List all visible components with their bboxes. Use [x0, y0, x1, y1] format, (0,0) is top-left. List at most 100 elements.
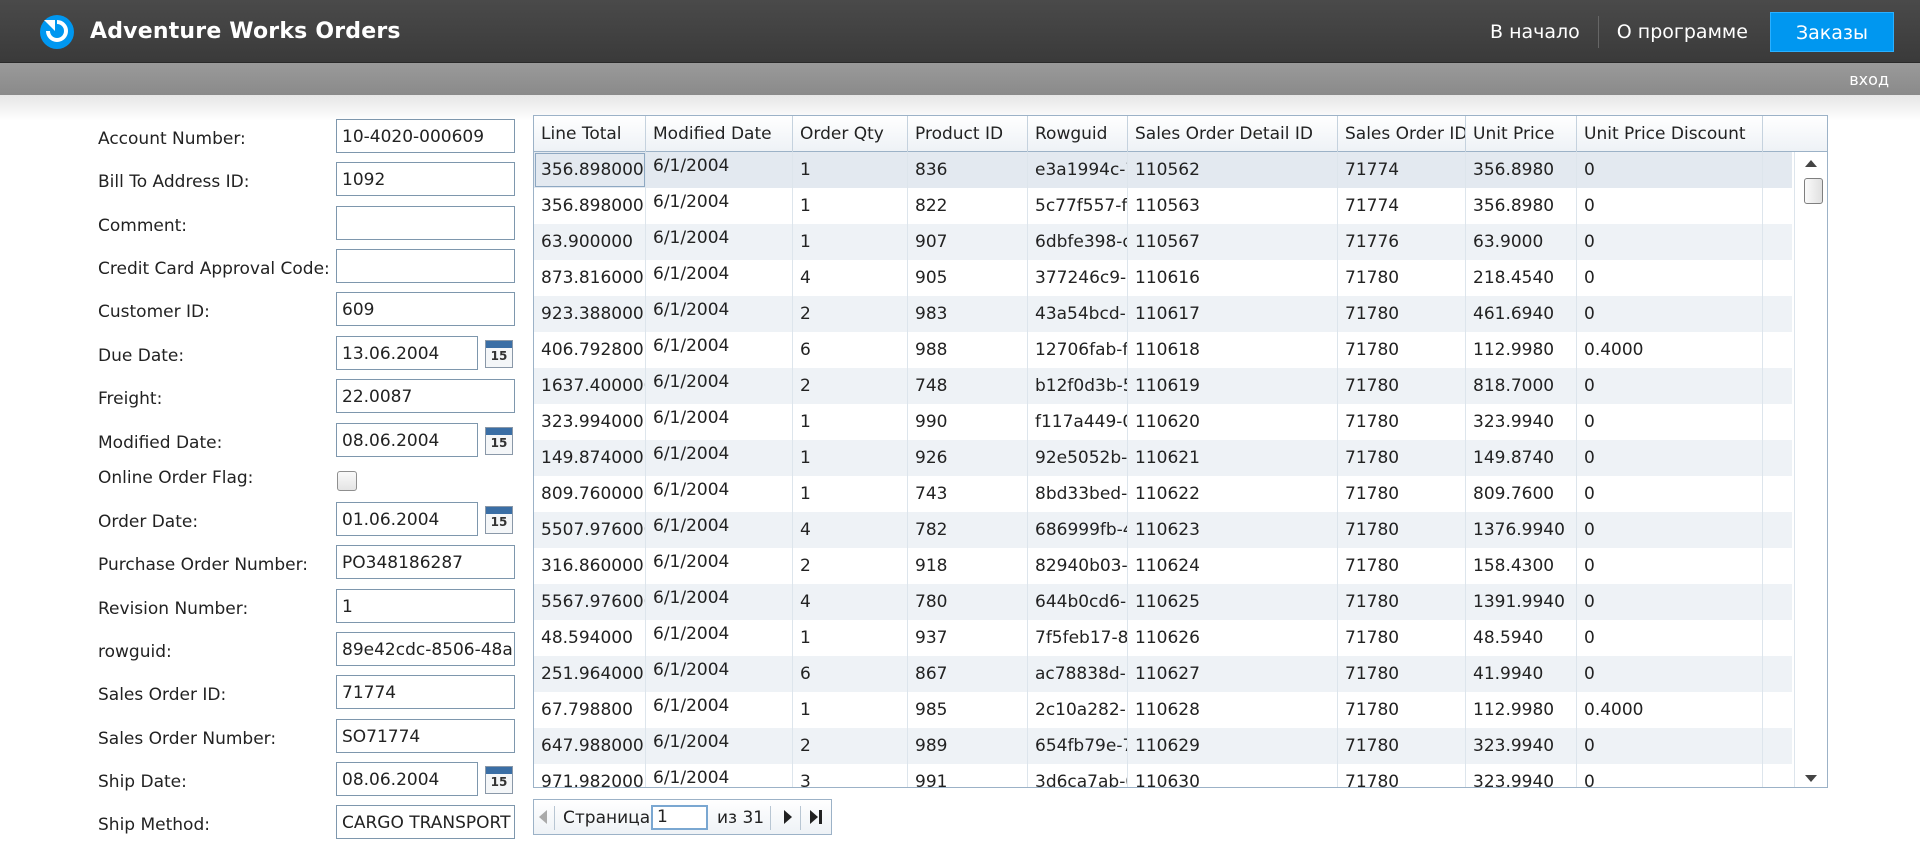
nav-orders-button[interactable]: Заказы — [1769, 12, 1894, 52]
table-cell[interactable]: 71780 — [1338, 656, 1466, 692]
column-header[interactable]: Product ID — [908, 116, 1028, 152]
table-cell[interactable]: 6/1/2004 — [646, 512, 793, 548]
table-cell[interactable]: 1376.9940 — [1466, 512, 1577, 548]
table-cell[interactable]: 0 — [1577, 584, 1763, 620]
table-cell[interactable]: 5507.976000 — [534, 512, 646, 548]
table-cell[interactable]: 6/1/2004 — [646, 188, 793, 224]
table-cell[interactable]: 406.792800 — [534, 332, 646, 368]
table-cell[interactable]: 6/1/2004 — [646, 368, 793, 404]
table-cell[interactable]: 6/1/2004 — [646, 332, 793, 368]
vertical-scrollbar[interactable] — [1794, 152, 1827, 787]
scroll-thumb[interactable] — [1804, 178, 1823, 204]
table-cell[interactable]: 809.7600 — [1466, 476, 1577, 512]
table-cell[interactable]: 6/1/2004 — [646, 440, 793, 476]
calendar-icon[interactable]: 15 — [485, 766, 513, 794]
table-cell[interactable]: 6/1/2004 — [646, 584, 793, 620]
nav-home-link[interactable]: В начало — [1472, 16, 1598, 48]
table-row[interactable]: 67.798800 6/1/2004 1 985 2c10a282- 110628 7178… — [534, 692, 1792, 728]
table-cell[interactable]: 1 — [793, 620, 908, 656]
table-cell[interactable]: 110628 — [1128, 692, 1338, 728]
table-cell[interactable]: 2c10a282- — [1028, 692, 1128, 728]
table-cell[interactable]: 0 — [1577, 476, 1763, 512]
table-cell[interactable]: 0.4000 — [1577, 692, 1763, 728]
table-cell[interactable]: 4 — [793, 584, 908, 620]
form-field-input[interactable]: 71774 — [336, 675, 515, 709]
table-cell[interactable]: 2 — [793, 296, 908, 332]
table-cell[interactable]: 48.594000 — [534, 620, 646, 656]
column-header[interactable]: Unit Price — [1466, 116, 1577, 152]
table-cell[interactable]: 71780 — [1338, 620, 1466, 656]
form-field-input[interactable]: 08.06.2004 — [336, 423, 478, 457]
table-cell[interactable]: 5c77f557-f — [1028, 188, 1128, 224]
table-cell[interactable]: 7f5feb17-8 — [1028, 620, 1128, 656]
table-cell[interactable]: 2 — [793, 728, 908, 764]
table-cell[interactable]: 809.760000 — [534, 476, 646, 512]
form-field-input[interactable] — [336, 249, 515, 283]
table-row[interactable]: 809.760000 6/1/2004 1 743 8bd33bed- 110622 717… — [534, 476, 1792, 512]
table-row[interactable]: 63.900000 6/1/2004 1 907 6dbfe398-d 110567 717… — [534, 224, 1792, 260]
calendar-icon[interactable]: 15 — [485, 427, 513, 455]
table-row[interactable]: 149.874000 6/1/2004 1 926 92e5052b- 110621 717… — [534, 440, 1792, 476]
column-header[interactable]: Modified Date — [646, 116, 793, 152]
table-row[interactable]: 873.816000 6/1/2004 4 905 377246c9- 110616 717… — [534, 260, 1792, 296]
table-cell[interactable]: 71780 — [1338, 512, 1466, 548]
table-cell[interactable]: e3a1994c-7 — [1028, 152, 1128, 188]
table-cell[interactable]: 149.8740 — [1466, 440, 1577, 476]
table-row[interactable]: 356.898000 6/1/2004 1 836 e3a1994c-7 110562 71… — [534, 152, 1792, 188]
table-cell[interactable]: 110562 — [1128, 152, 1338, 188]
form-field-input[interactable]: SO71774 — [336, 719, 515, 753]
table-cell[interactable]: 686999fb-4 — [1028, 512, 1128, 548]
form-field-input[interactable]: 22.0087 — [336, 379, 515, 413]
prev-page-icon[interactable] — [539, 810, 547, 824]
table-cell[interactable]: 112.9980 — [1466, 332, 1577, 368]
table-cell[interactable]: 6/1/2004 — [646, 404, 793, 440]
table-cell[interactable]: 110624 — [1128, 548, 1338, 584]
table-cell[interactable]: 1 — [793, 404, 908, 440]
table-cell[interactable]: 67.798800 — [534, 692, 646, 728]
table-cell[interactable]: 461.6940 — [1466, 296, 1577, 332]
form-field-input[interactable]: 01.06.2004 — [336, 502, 478, 536]
table-cell[interactable]: 1 — [793, 152, 908, 188]
table-cell[interactable]: 0 — [1577, 152, 1763, 188]
form-field-input[interactable] — [336, 206, 515, 240]
table-cell[interactable]: 323.9940 — [1466, 764, 1577, 787]
table-cell[interactable]: 323.9940 — [1466, 404, 1577, 440]
table-cell[interactable]: 0 — [1577, 764, 1763, 787]
table-cell[interactable]: 0 — [1577, 188, 1763, 224]
table-cell[interactable]: 251.964000 — [534, 656, 646, 692]
column-header[interactable]: Rowguid — [1028, 116, 1128, 152]
table-cell[interactable]: 71780 — [1338, 404, 1466, 440]
table-cell[interactable]: 43a54bcd- — [1028, 296, 1128, 332]
login-link[interactable]: вход — [1849, 70, 1889, 89]
table-cell[interactable]: 926 — [908, 440, 1028, 476]
online-order-flag-checkbox[interactable] — [337, 471, 357, 491]
table-cell[interactable]: 110618 — [1128, 332, 1338, 368]
table-cell[interactable]: 71780 — [1338, 692, 1466, 728]
table-cell[interactable]: 48.5940 — [1466, 620, 1577, 656]
table-cell[interactable]: 990 — [908, 404, 1028, 440]
table-cell[interactable]: 6/1/2004 — [646, 260, 793, 296]
table-cell[interactable]: 0 — [1577, 440, 1763, 476]
table-cell[interactable]: 110620 — [1128, 404, 1338, 440]
table-cell[interactable]: 110617 — [1128, 296, 1338, 332]
table-cell[interactable]: 377246c9- — [1028, 260, 1128, 296]
table-cell[interactable]: 110567 — [1128, 224, 1338, 260]
table-row[interactable]: 251.964000 6/1/2004 6 867 ac78838d-l 110627 71… — [534, 656, 1792, 692]
table-cell[interactable]: 1 — [793, 692, 908, 728]
table-cell[interactable]: 323.994000 — [534, 404, 646, 440]
table-cell[interactable]: 654fb79e-7 — [1028, 728, 1128, 764]
next-page-icon[interactable] — [784, 810, 792, 824]
table-cell[interactable]: 867 — [908, 656, 1028, 692]
table-cell[interactable]: 3 — [793, 764, 908, 787]
table-cell[interactable]: 0 — [1577, 260, 1763, 296]
table-cell[interactable]: 5567.976000 — [534, 584, 646, 620]
scroll-up-icon[interactable] — [1805, 160, 1817, 167]
table-cell[interactable]: 1 — [793, 476, 908, 512]
table-cell[interactable]: 923.388000 — [534, 296, 646, 332]
table-cell[interactable]: 0 — [1577, 656, 1763, 692]
table-cell[interactable]: 0.4000 — [1577, 332, 1763, 368]
table-row[interactable]: 406.792800 6/1/2004 6 988 12706fab-f 110618 71… — [534, 332, 1792, 368]
table-cell[interactable]: 71780 — [1338, 332, 1466, 368]
table-cell[interactable]: 0 — [1577, 620, 1763, 656]
table-cell[interactable]: 112.9980 — [1466, 692, 1577, 728]
